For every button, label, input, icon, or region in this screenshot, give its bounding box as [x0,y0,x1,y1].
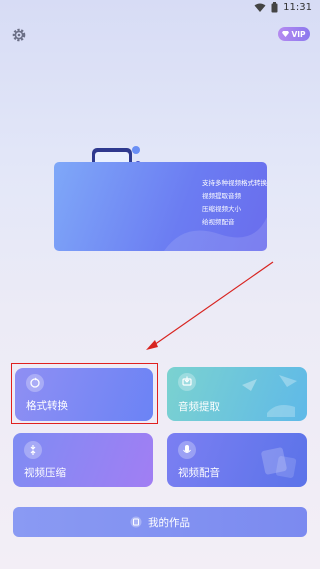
vip-button[interactable]: VIP [278,27,310,41]
video-dub-label: 视频配音 [178,467,220,479]
status-bar: 11:31 [0,0,320,18]
banner-text-list: 支持多种视频格式转换 视频提取音频 压缩视频大小 给视频配音 [202,177,267,229]
vip-label: VIP [291,29,306,39]
gear-icon [12,28,26,42]
video-compress-card[interactable]: 视频压缩 [13,433,153,487]
highlight-box [11,363,158,424]
video-compress-label: 视频压缩 [24,467,66,479]
works-icon [130,516,142,528]
video-dub-card[interactable]: 视频配音 [167,433,307,487]
audio-extract-card[interactable]: 音频提取 [167,367,307,421]
wifi-icon [254,3,266,12]
my-works-button[interactable]: 我的作品 [13,507,307,537]
banner-line: 支持多种视频格式转换 [202,179,267,187]
card-decoration [261,447,297,478]
banner-line: 压缩视频大小 [202,205,241,213]
microphone-icon [178,441,196,459]
diamond-icon [282,31,290,37]
video-compress-icon [24,441,42,459]
battery-icon [271,2,278,13]
feature-banner[interactable]: 支持多种视频格式转换 视频提取音频 压缩视频大小 给视频配音 [54,162,267,251]
audio-extract-icon [178,373,196,391]
my-works-label: 我的作品 [148,516,190,529]
banner-line: 视频提取音频 [202,192,241,200]
settings-button[interactable] [11,27,27,43]
status-time: 11:31 [283,2,312,13]
banner-line: 给视频配音 [202,218,235,226]
paper-plane-decoration [242,375,297,417]
status-icons: 11:31 [254,2,312,13]
audio-extract-label: 音频提取 [178,401,220,413]
